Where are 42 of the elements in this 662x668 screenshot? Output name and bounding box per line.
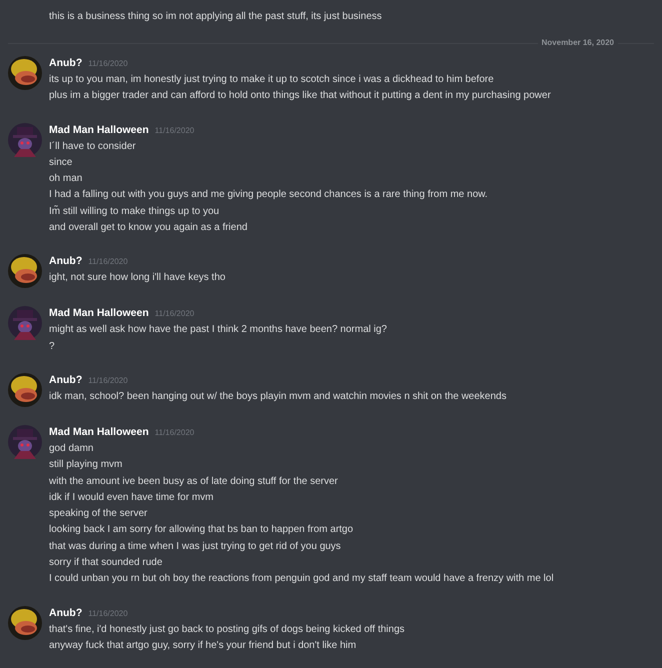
timestamp: 11/16/2020 [154, 308, 194, 320]
username[interactable]: Mad Man Halloween [49, 305, 149, 322]
message-text: that's fine, i'd honestly just go back to posting gifs of dogs being kicked off things [49, 622, 405, 637]
avatar-icon [8, 122, 42, 157]
timestamp: 11/16/2020 [154, 426, 194, 439]
username[interactable]: Mad Man Halloween [49, 122, 149, 138]
message-text: Im̃ still willing to make things up to you [49, 204, 220, 219]
message-text: and overall get to know you again as a friend [49, 221, 248, 236]
username[interactable]: Anub? [49, 604, 82, 621]
message-text: speaking of the server [49, 507, 148, 522]
message-text: oh man [49, 172, 82, 186]
message-text: I´ll have to consider [49, 140, 136, 154]
message-text: god damn [49, 442, 94, 456]
username[interactable]: Mad Man Halloween [49, 424, 149, 440]
message-text: plus im a bigger trader and can afford to hold onto things like that without it putting a dent in my purchasing power [49, 89, 551, 104]
message-text: since [49, 156, 72, 170]
message-text: idk if I would even have time for mvm [49, 490, 214, 505]
message-text: its up to you man, im honestly just trying to make it up to scotch since i was a dickhead to him before [49, 73, 494, 87]
avatar-icon [8, 306, 42, 340]
message-text: ight, not sure how long i'll have keys tho [49, 271, 226, 286]
message-text: anyway fuck that artgo guy, sorry if he's your friend but i don't like him [49, 638, 356, 653]
message-text: idk man, school? been hanging out w/ the boys playin mvm and watchin movies n shit on the weekends [49, 390, 506, 404]
timestamp: 11/16/2020 [88, 58, 128, 70]
username[interactable]: Anub? [49, 55, 82, 71]
timestamp: 11/16/2020 [154, 124, 194, 137]
message-text: this is a business thing so im not applying all the past stuff, its just business [49, 10, 382, 24]
username[interactable]: Anub? [49, 253, 82, 270]
message-text: ? [49, 340, 55, 354]
username[interactable]: Anub? [49, 372, 82, 388]
message-text: with the amount ive been busy as of late doing stuff for the server [49, 474, 338, 489]
message-text: I had a falling out with you guys and me giving people second chances is a rare thing from me now. [49, 188, 488, 202]
message-text: looking back I am sorry for allowing that bs ban to happen from artgo [49, 523, 354, 538]
message-text: that was during a time when I was just trying to get rid of you guys [49, 540, 341, 554]
timestamp: 11/16/2020 [88, 256, 128, 268]
date-divider: November 16, 2020 [540, 37, 615, 49]
message-text: might as well ask how have the past I think 2 months have been? normal ig? [49, 323, 387, 338]
avatar-icon [8, 424, 42, 459]
message-text: I could unban you rn but oh boy the reactions from penguin god and my staff team would have a frenzy with me lol [49, 572, 554, 586]
message-text: still playing mvm [49, 458, 122, 472]
timestamp: 11/16/2020 [88, 608, 128, 620]
message-text: sorry if that sounded rude [49, 556, 162, 570]
timestamp: 11/16/2020 [88, 374, 128, 387]
